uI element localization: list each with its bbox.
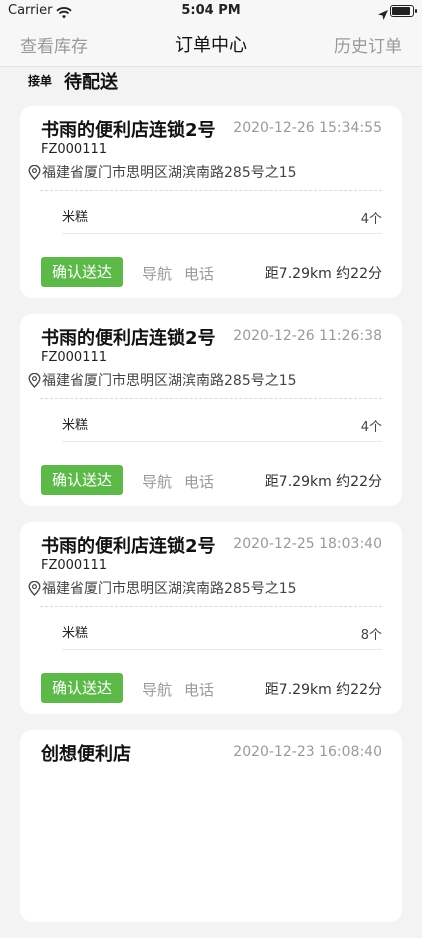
- item-quantity: 8个: [360, 628, 382, 643]
- shop-name: 创想便利店: [41, 744, 131, 765]
- order-card[interactable]: 书雨的便利店连锁2号 2020-12-25 18:03:40 FZ000111 …: [20, 522, 402, 714]
- location-pin-icon: [28, 372, 41, 388]
- distance-estimate: 距7.29km 约22分: [264, 682, 382, 698]
- order-code: FZ000111: [41, 558, 108, 573]
- divider: [62, 233, 382, 234]
- item-name: 米糕: [62, 210, 89, 225]
- distance-estimate: 距7.29km 约22分: [264, 266, 382, 282]
- order-address: 福建省厦门市思明区湖滨南路285号之15: [28, 162, 297, 182]
- shop-name: 书雨的便利店连锁2号: [41, 536, 216, 557]
- shop-name: 书雨的便利店连锁2号: [41, 120, 216, 141]
- confirm-delivery-button[interactable]: 确认送达: [41, 673, 123, 703]
- status-bar: Carrier 5:04 PM: [0, 0, 422, 22]
- location-pin-icon: [28, 580, 41, 596]
- confirm-delivery-button[interactable]: 确认送达: [41, 465, 123, 495]
- order-address: 福建省厦门市思明区湖滨南路285号之15: [28, 578, 297, 598]
- distance-estimate: 距7.29km 约22分: [264, 474, 382, 490]
- item-name: 米糕: [62, 418, 89, 433]
- order-card[interactable]: 书雨的便利店连锁2号 2020-12-26 11:26:38 FZ000111 …: [20, 314, 402, 506]
- address-text: 福建省厦门市思明区湖滨南路285号之15: [42, 373, 297, 389]
- order-code: FZ000111: [41, 142, 108, 157]
- order-card[interactable]: 创想便利店 2020-12-23 16:08:40: [20, 730, 402, 922]
- order-address: 福建省厦门市思明区湖滨南路285号之15: [28, 370, 297, 390]
- order-time: 2020-12-23 16:08:40: [233, 744, 382, 760]
- address-text: 福建省厦门市思明区湖滨南路285号之15: [42, 581, 297, 597]
- divider: [62, 441, 382, 442]
- divider: [40, 190, 382, 191]
- order-time: 2020-12-26 11:26:38: [233, 328, 382, 344]
- section-header: 接单 待配送: [0, 66, 422, 100]
- section-title: 待配送: [64, 72, 118, 93]
- item-name: 米糕: [62, 626, 89, 641]
- order-list: 书雨的便利店连锁2号 2020-12-26 15:34:55 FZ000111 …: [20, 106, 402, 938]
- call-button[interactable]: 电话: [184, 263, 214, 284]
- navigation-bar: 查看库存 订单中心 历史订单: [0, 22, 422, 67]
- status-time: 5:04 PM: [181, 3, 241, 18]
- battery-icon: [390, 5, 417, 17]
- call-button[interactable]: 电话: [184, 471, 214, 492]
- navigate-button[interactable]: 导航: [142, 263, 172, 284]
- item-quantity: 4个: [360, 212, 382, 227]
- divider: [40, 398, 382, 399]
- order-history-button[interactable]: 历史订单: [334, 32, 402, 57]
- navigate-button[interactable]: 导航: [142, 471, 172, 492]
- address-text: 福建省厦门市思明区湖滨南路285号之15: [42, 165, 297, 181]
- order-code: FZ000111: [41, 350, 108, 365]
- navigate-button[interactable]: 导航: [142, 679, 172, 700]
- confirm-delivery-button[interactable]: 确认送达: [41, 257, 123, 287]
- location-pin-icon: [28, 164, 41, 180]
- divider: [40, 606, 382, 607]
- accept-orders-toggle[interactable]: 接单: [28, 72, 52, 89]
- order-card[interactable]: 书雨的便利店连锁2号 2020-12-26 15:34:55 FZ000111 …: [20, 106, 402, 298]
- order-time: 2020-12-26 15:34:55: [233, 120, 382, 136]
- order-time: 2020-12-25 18:03:40: [233, 536, 382, 552]
- call-button[interactable]: 电话: [184, 679, 214, 700]
- divider: [62, 649, 382, 650]
- item-quantity: 4个: [360, 420, 382, 435]
- shop-name: 书雨的便利店连锁2号: [41, 328, 216, 349]
